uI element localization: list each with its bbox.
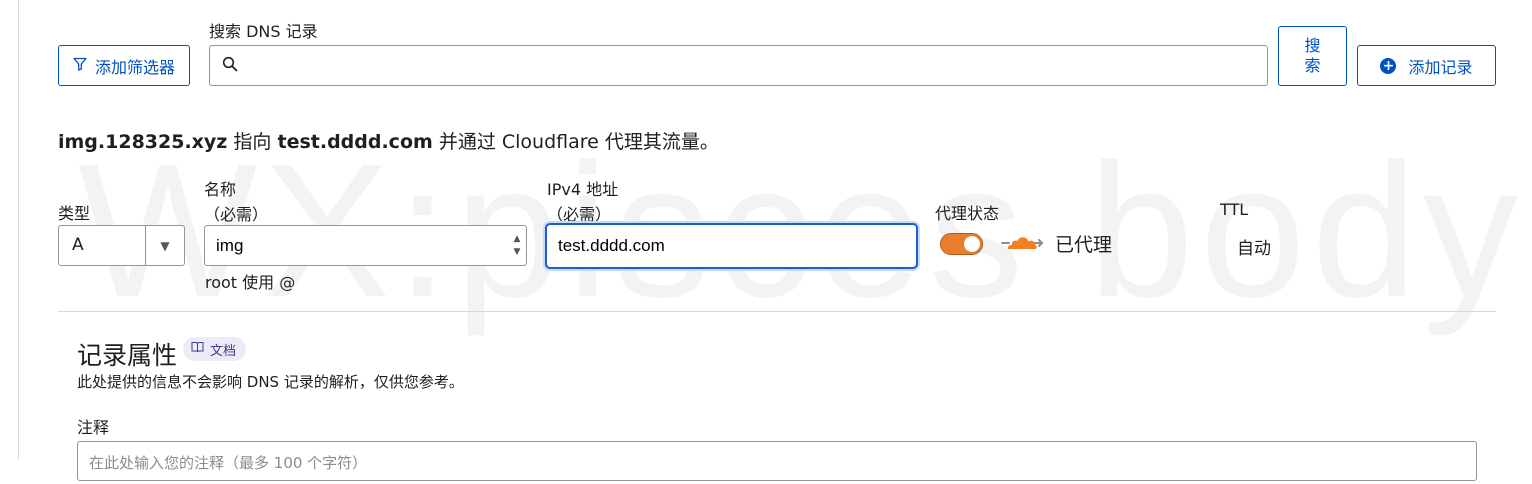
book-icon bbox=[191, 341, 204, 357]
ipv4-field bbox=[545, 223, 918, 269]
cloud-proxy-icon bbox=[1000, 230, 1044, 258]
add-record-button[interactable]: + 添加记录 bbox=[1357, 45, 1496, 86]
ipv4-label: IPv4 地址 bbox=[547, 180, 619, 199]
comment-input[interactable] bbox=[78, 442, 1476, 480]
record-props-description: 此处提供的信息不会影响 DNS 记录的解析，仅供您参考。 bbox=[77, 373, 464, 391]
spinner-icon[interactable]: ▲ ▼ bbox=[508, 226, 526, 265]
name-input[interactable] bbox=[205, 234, 508, 257]
search-label: 搜索 DNS 记录 bbox=[209, 22, 318, 41]
add-filter-label: 添加筛选器 bbox=[94, 57, 175, 77]
proxy-status-label: 代理状态 bbox=[935, 204, 1000, 223]
name-hint: root 使用 @ bbox=[205, 273, 296, 292]
comment-field bbox=[77, 441, 1477, 481]
proxy-status-text: 已代理 bbox=[1055, 234, 1113, 256]
name-required: （必需） bbox=[204, 205, 269, 224]
record-summary: img.128325.xyz 指向 test.dddd.com 并通过 Clou… bbox=[58, 127, 719, 154]
add-filter-button[interactable]: 添加筛选器 bbox=[58, 45, 190, 86]
type-value: A bbox=[72, 235, 84, 255]
search-button[interactable]: 搜 索 bbox=[1278, 26, 1347, 86]
filter-icon bbox=[73, 56, 87, 75]
proxy-toggle[interactable] bbox=[940, 233, 983, 255]
name-label: 名称 bbox=[204, 180, 237, 199]
summary-rest: 并通过 Cloudflare 代理其流量。 bbox=[438, 131, 719, 153]
docs-link-label: 文档 bbox=[210, 343, 237, 359]
summary-target: test.dddd.com bbox=[277, 131, 433, 153]
ttl-label: TTL bbox=[1220, 200, 1249, 219]
type-select[interactable]: A ▼ bbox=[58, 225, 185, 266]
ipv4-input[interactable] bbox=[547, 235, 916, 257]
search-icon bbox=[222, 56, 238, 76]
plus-circle-icon: + bbox=[1380, 57, 1397, 74]
record-props-title: 记录属性 bbox=[77, 341, 178, 370]
summary-name: img.128325.xyz bbox=[58, 131, 228, 153]
summary-points-to: 指向 bbox=[233, 131, 272, 153]
search-box bbox=[209, 45, 1268, 86]
left-border bbox=[18, 0, 19, 460]
toggle-knob bbox=[964, 236, 980, 252]
comment-label: 注释 bbox=[77, 418, 110, 437]
search-input[interactable] bbox=[246, 55, 1267, 76]
ttl-value: 自动 bbox=[1237, 239, 1271, 259]
add-record-label: 添加记录 bbox=[1408, 57, 1473, 77]
type-label: 类型 bbox=[58, 204, 91, 223]
ipv4-required: （必需） bbox=[547, 205, 612, 224]
section-divider bbox=[58, 311, 1496, 312]
search-button-label-2: 索 bbox=[1304, 56, 1321, 75]
search-button-label-1: 搜 bbox=[1304, 36, 1321, 55]
chevron-down-icon[interactable]: ▼ bbox=[145, 226, 184, 265]
name-field: ▲▼ bbox=[204, 225, 527, 266]
docs-link[interactable]: 文档 bbox=[183, 337, 247, 361]
